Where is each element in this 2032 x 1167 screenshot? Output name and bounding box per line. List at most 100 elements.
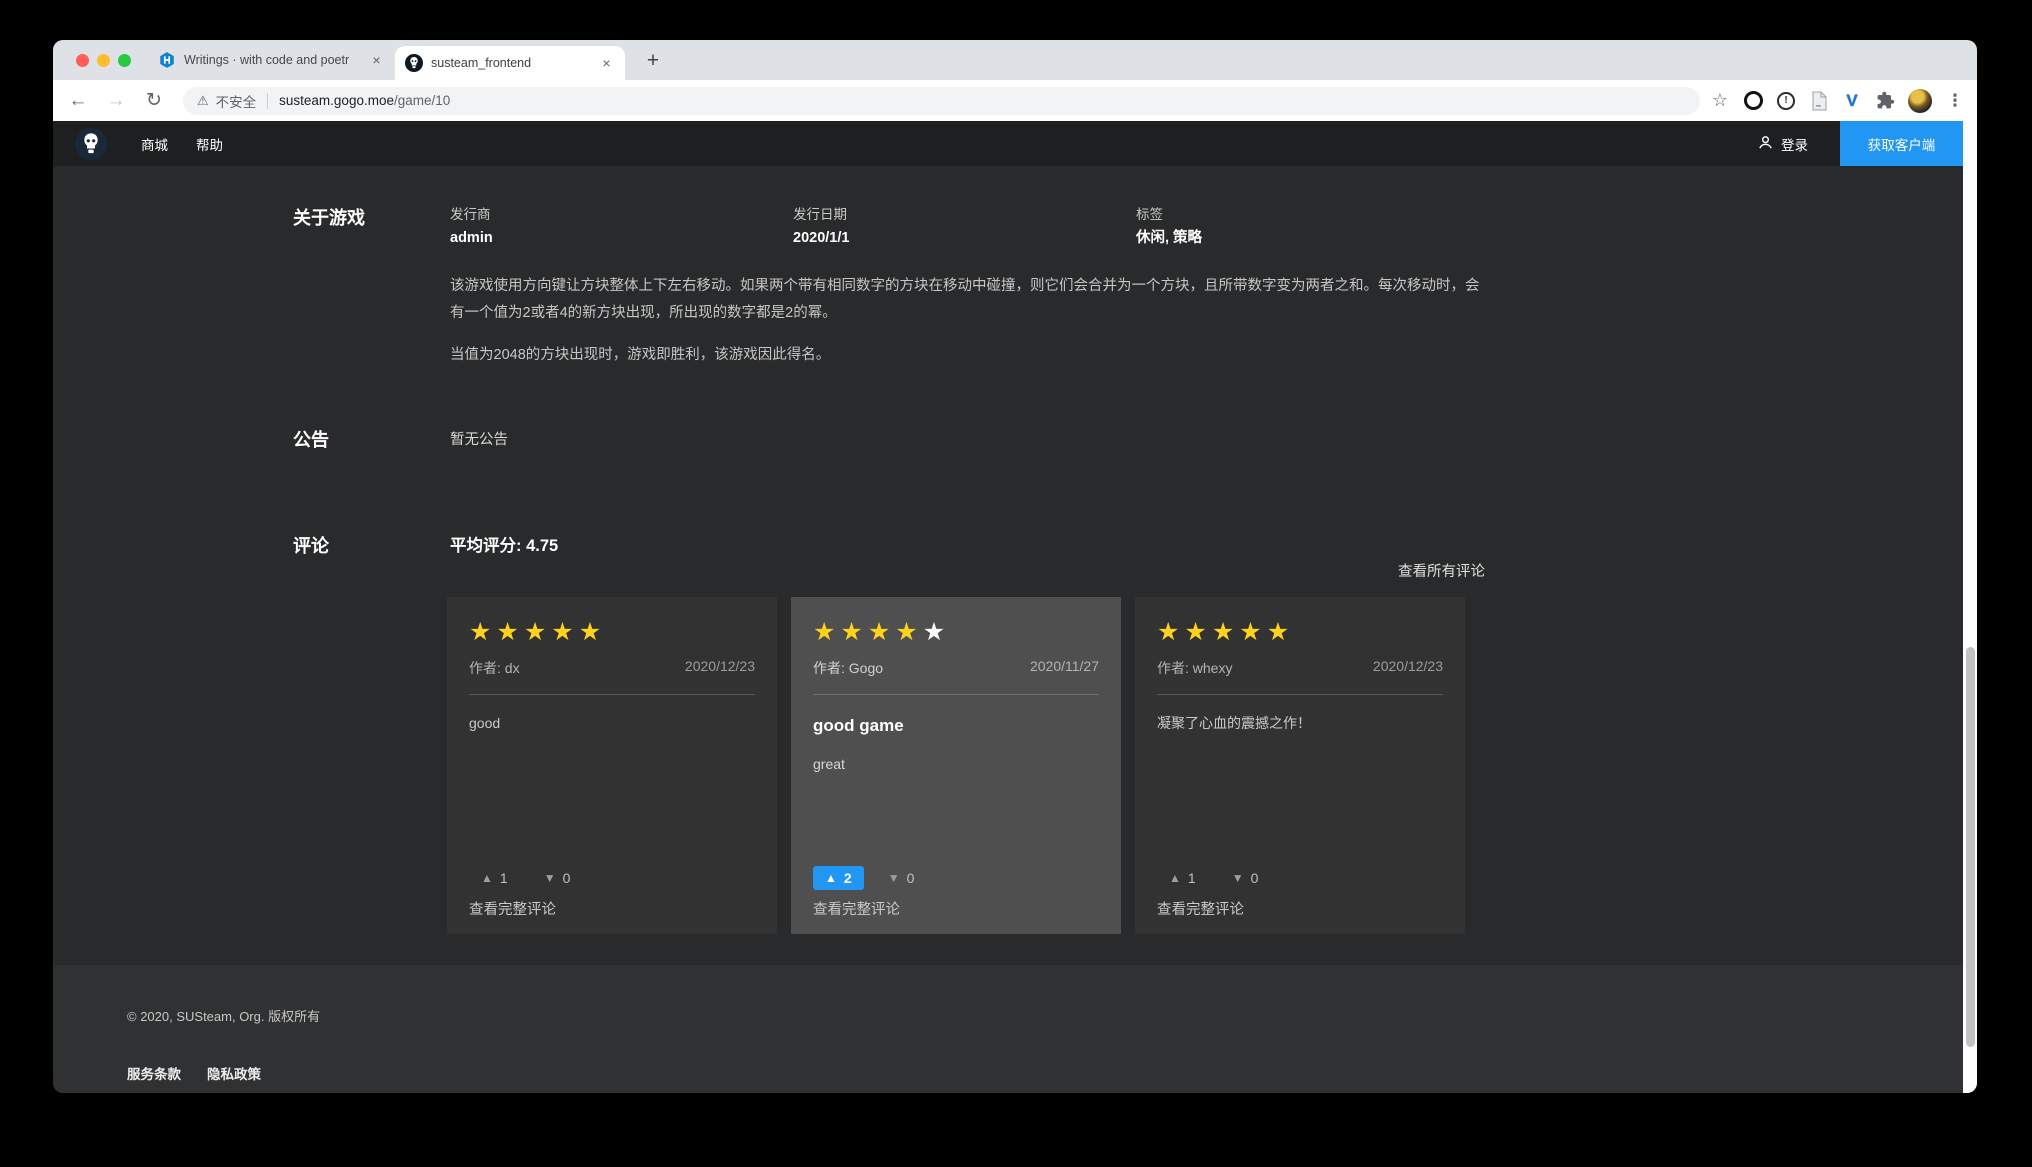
- document-extension-icon[interactable]: [1809, 91, 1829, 111]
- tab-writings[interactable]: Writings · with code and poetr ×: [148, 40, 395, 80]
- login-button[interactable]: 登录: [1757, 134, 1808, 154]
- browser-menu-icon[interactable]: ⋮: [1945, 91, 1965, 111]
- back-icon[interactable]: ←: [65, 88, 91, 114]
- announcement-section: 公告 暂无公告: [53, 429, 1977, 451]
- copyright-text: © 2020, SUSteam, Org. 版权所有: [127, 1009, 1977, 1025]
- tab-strip: Writings · with code and poetr × susteam…: [53, 40, 1977, 80]
- upvote-button[interactable]: ▲2: [813, 866, 864, 890]
- up-triangle-icon: ▲: [1169, 872, 1181, 884]
- announcement-heading: 公告: [293, 429, 450, 451]
- view-full-review-link[interactable]: 查看完整评论: [469, 901, 556, 919]
- review-author: 作者: whexy: [1157, 658, 1232, 678]
- not-secure-warning-icon: ⚠: [197, 93, 209, 109]
- down-triangle-icon: ▼: [1232, 872, 1244, 884]
- review-date: 2020/12/23: [685, 658, 755, 678]
- close-tab-icon[interactable]: ×: [368, 52, 385, 69]
- about-heading: 关于游戏: [293, 207, 450, 229]
- tab-title: Writings · with code and poetr: [184, 53, 360, 67]
- close-tab-icon[interactable]: ×: [598, 55, 615, 72]
- average-score: 平均评分: 4.75: [450, 535, 1485, 557]
- susteam-favicon-icon: [405, 54, 423, 72]
- site-footer: © 2020, SUSteam, Org. 版权所有 服务条款 隐私政策: [53, 965, 1977, 1093]
- login-label: 登录: [1781, 134, 1808, 154]
- star-rating: ★★★★★: [469, 619, 755, 645]
- publisher-field: 发行商 admin: [450, 207, 793, 247]
- up-triangle-icon: ▲: [481, 872, 493, 884]
- tab-susteam[interactable]: susteam_frontend ×: [395, 46, 625, 80]
- announcement-content: 暂无公告: [450, 429, 1485, 451]
- game-description-paragraph: 当值为2048的方块出现时，游戏即胜利，该游戏因此得名。: [450, 342, 1485, 369]
- release-date-field: 发行日期 2020/1/1: [793, 207, 1136, 247]
- url-domain: susteam.gogo.moe: [279, 93, 394, 108]
- downvote-button[interactable]: ▼0: [876, 866, 927, 890]
- get-client-button[interactable]: 获取客户端: [1840, 121, 1963, 166]
- hexo-favicon-icon: [158, 51, 176, 69]
- vote-row: ▲1 ▼0: [1157, 866, 1270, 890]
- person-icon: [1757, 134, 1774, 154]
- bookmark-star-icon[interactable]: ☆: [1710, 91, 1730, 111]
- review-title: good game: [813, 716, 1099, 736]
- vote-row: ▲2 ▼0: [813, 866, 926, 890]
- footer-link-privacy[interactable]: 隐私政策: [207, 1063, 261, 1083]
- review-card: ★★★★★ 作者: whexy 2020/12/23 凝聚了心血的震撼之作！ ▲…: [1135, 597, 1465, 934]
- browser-toolbar: ← → ↻ ⚠ 不安全 susteam.gogo.moe /game/10 ☆ …: [53, 80, 1977, 121]
- up-triangle-icon: ▲: [825, 872, 837, 884]
- url-divider: [267, 93, 268, 109]
- tags-field: 标签 休闲, 策略: [1136, 207, 1202, 247]
- reload-icon[interactable]: ↻: [141, 88, 167, 114]
- divider: [813, 694, 1099, 695]
- susteam-logo-icon[interactable]: [75, 128, 107, 160]
- minimize-window-button[interactable]: [97, 54, 110, 67]
- upvote-button[interactable]: ▲1: [1157, 866, 1208, 890]
- star-rating: ★★★★★: [813, 619, 1099, 645]
- new-tab-button[interactable]: +: [639, 47, 667, 75]
- view-all-reviews-link[interactable]: 查看所有评论: [1398, 564, 1485, 580]
- page-scrollbar-track[interactable]: [1963, 121, 1977, 1093]
- view-full-review-link[interactable]: 查看完整评论: [813, 901, 900, 919]
- site-navbar: 商城 帮助 登录 获取客户端: [53, 121, 1977, 166]
- toolbar-icons: ☆ ! V ⋮: [1710, 89, 1965, 113]
- vote-row: ▲1 ▼0: [469, 866, 582, 890]
- review-card: ★★★★★ 作者: Gogo 2020/11/27 good game grea…: [791, 597, 1121, 934]
- game-meta-row: 发行商 admin 发行日期 2020/1/1 标签 休闲, 策略: [450, 207, 1485, 247]
- down-triangle-icon: ▼: [544, 872, 556, 884]
- divider: [469, 694, 755, 695]
- about-section: 关于游戏 发行商 admin 发行日期 2020/1/1: [53, 207, 1977, 369]
- zoom-window-button[interactable]: [118, 54, 131, 67]
- url-path: /game/10: [394, 93, 450, 108]
- review-date: 2020/11/27: [1030, 658, 1099, 678]
- downvote-button[interactable]: ▼0: [1220, 866, 1271, 890]
- nav-link-help[interactable]: 帮助: [196, 134, 223, 154]
- tab-title: susteam_frontend: [431, 56, 590, 70]
- footer-link-terms[interactable]: 服务条款: [127, 1063, 181, 1083]
- extensions-puzzle-icon[interactable]: [1875, 91, 1895, 111]
- down-triangle-icon: ▼: [888, 872, 900, 884]
- profile-avatar[interactable]: [1908, 89, 1932, 113]
- nav-right: 登录 获取客户端: [1757, 121, 1963, 166]
- review-author: 作者: Gogo: [813, 658, 883, 678]
- page-main: 关于游戏 发行商 admin 发行日期 2020/1/1: [53, 166, 1977, 965]
- forward-icon[interactable]: →: [103, 88, 129, 114]
- review-body: good: [469, 714, 755, 733]
- page-scrollbar-thumb[interactable]: [1966, 647, 1975, 1047]
- address-bar[interactable]: ⚠ 不安全 susteam.gogo.moe /game/10: [183, 87, 1700, 115]
- star-rating: ★★★★★: [1157, 619, 1443, 645]
- vimium-extension-icon[interactable]: V: [1842, 91, 1862, 111]
- downvote-button[interactable]: ▼0: [532, 866, 583, 890]
- ring-extension-icon[interactable]: [1743, 91, 1763, 111]
- review-body: great: [813, 755, 1099, 774]
- desktop: Writings · with code and poetr × susteam…: [0, 0, 2032, 1167]
- view-full-review-link[interactable]: 查看完整评论: [1157, 901, 1244, 919]
- security-label: 不安全: [216, 91, 257, 111]
- traffic-lights: [76, 54, 131, 67]
- review-body: 凝聚了心血的震撼之作！: [1157, 714, 1443, 733]
- nav-link-store[interactable]: 商城: [141, 134, 168, 154]
- game-description-paragraph: 该游戏使用方向键让方块整体上下左右移动。如果两个带有相同数字的方块在移动中碰撞，…: [450, 273, 1485, 327]
- review-author: 作者: dx: [469, 658, 520, 678]
- circle-info-extension-icon[interactable]: !: [1776, 91, 1796, 111]
- review-cards-row: ★★★★★ 作者: dx 2020/12/23 good ▲1: [447, 597, 1485, 934]
- review-card: ★★★★★ 作者: dx 2020/12/23 good ▲1: [447, 597, 777, 934]
- divider: [1157, 694, 1443, 695]
- upvote-button[interactable]: ▲1: [469, 866, 520, 890]
- close-window-button[interactable]: [76, 54, 89, 67]
